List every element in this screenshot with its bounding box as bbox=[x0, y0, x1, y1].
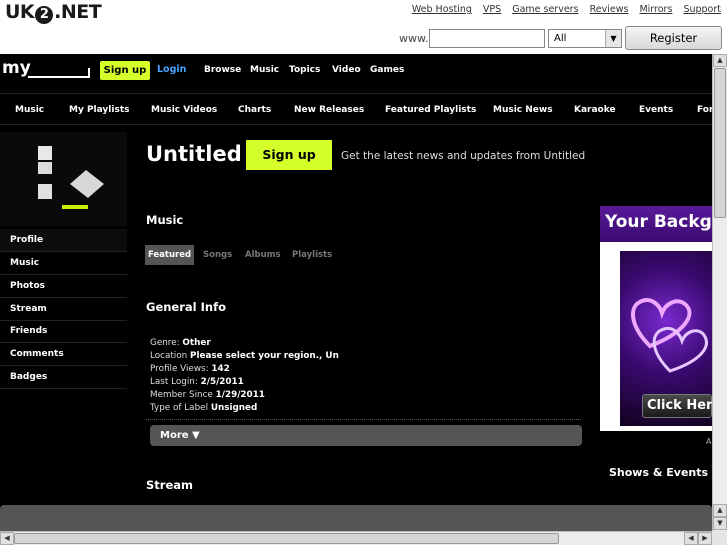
info-label-type-value: Unsigned bbox=[210, 403, 258, 413]
info-genre: Genre: Other bbox=[150, 338, 211, 348]
myspace-page: my Sign up Login Browse Music Topics Vid… bbox=[0, 54, 712, 531]
vertical-scrollbar[interactable]: ▲ ▲ ▼ bbox=[712, 54, 727, 531]
tab-albums[interactable]: Albums bbox=[245, 245, 281, 265]
link-support[interactable]: Support bbox=[683, 4, 721, 15]
tab-songs[interactable]: Songs bbox=[203, 245, 232, 265]
uk2-top-links: Web Hosting VPS Game servers Reviews Mir… bbox=[404, 4, 721, 15]
scroll-up-icon[interactable]: ▲ bbox=[713, 54, 727, 67]
sidebar-item-stream[interactable]: Stream bbox=[0, 298, 127, 321]
more-button[interactable]: More ▼ bbox=[150, 425, 582, 446]
catnav-new-releases[interactable]: New Releases bbox=[294, 105, 364, 115]
tld-select[interactable]: All ▼ bbox=[548, 29, 622, 48]
info-label-type: Type of Label Unsigned bbox=[150, 403, 257, 413]
info-views-label: Profile Views: bbox=[150, 364, 209, 374]
info-member-since: Member Since 1/29/2011 bbox=[150, 390, 265, 400]
uk2-topbar: UK 2 .NET Web Hosting VPS Game servers Rev… bbox=[0, 0, 727, 67]
sidebar-item-friends[interactable]: Friends bbox=[0, 320, 127, 343]
info-last-login-label: Last Login: bbox=[150, 377, 198, 387]
nav-browse[interactable]: Browse bbox=[204, 65, 241, 75]
catnav-charts[interactable]: Charts bbox=[238, 105, 271, 115]
stream-heading: Stream bbox=[146, 478, 193, 492]
signup-button-main[interactable]: Sign up bbox=[246, 140, 332, 170]
category-nav: Music My Playlists Music Videos Charts N… bbox=[0, 95, 712, 125]
sidebar-item-comments[interactable]: Comments bbox=[0, 343, 127, 366]
stream-panel bbox=[0, 505, 712, 531]
scroll-left-icon[interactable]: ◀ bbox=[0, 532, 14, 545]
myspace-logo-underline bbox=[28, 76, 90, 78]
tab-playlists[interactable]: Playlists bbox=[292, 245, 332, 265]
tld-selected-value: All bbox=[554, 33, 567, 44]
sidebar-item-profile[interactable]: Profile bbox=[0, 229, 127, 252]
vertical-scroll-thumb[interactable] bbox=[714, 68, 726, 218]
advertisement[interactable]: Your Backg Click Here bbox=[600, 206, 712, 431]
scroll-right-icon[interactable]: ▶ bbox=[698, 532, 712, 545]
info-label-type-label: Type of Label bbox=[150, 403, 209, 413]
login-link[interactable]: Login bbox=[157, 64, 186, 75]
catnav-for[interactable]: For bbox=[697, 105, 712, 115]
www-label: www. bbox=[399, 32, 429, 45]
register-domain-button[interactable]: Register Domain bbox=[625, 26, 722, 67]
info-last-login: Last Login: 2/5/2011 bbox=[150, 377, 244, 387]
ad-headline: Your Backg bbox=[600, 206, 712, 242]
catnav-events[interactable]: Events bbox=[639, 105, 673, 115]
scroll-left-icon-right[interactable]: ◀ bbox=[684, 532, 698, 545]
ad-click-here-button[interactable]: Click Here bbox=[642, 394, 712, 418]
horizontal-scrollbar[interactable]: ◀ ◀ ▶ bbox=[0, 531, 712, 545]
shows-events-heading: Shows & Events bbox=[609, 466, 709, 479]
info-genre-label: Genre: bbox=[150, 338, 180, 348]
catnav-music-news[interactable]: Music News bbox=[493, 105, 553, 115]
catnav-music-videos[interactable]: Music Videos bbox=[151, 105, 217, 115]
info-location: Location Please select your region., Un bbox=[150, 351, 339, 361]
info-profile-views: Profile Views: 142 bbox=[150, 364, 230, 374]
general-info-heading: General Info bbox=[146, 300, 226, 314]
sidebar-item-badges[interactable]: Badges bbox=[0, 366, 127, 389]
info-last-login-value: 2/5/2011 bbox=[200, 377, 244, 387]
info-member-since-value: 1/29/2011 bbox=[215, 390, 265, 400]
myspace-logo-tick bbox=[88, 68, 90, 78]
info-views-value: 142 bbox=[211, 364, 230, 374]
signup-tagline: Get the latest news and updates from Unt… bbox=[341, 150, 586, 162]
sidebar-item-photos[interactable]: Photos bbox=[0, 275, 127, 298]
ad-caption: A bbox=[706, 437, 712, 446]
link-mirrors[interactable]: Mirrors bbox=[639, 4, 672, 15]
info-location-label: Location bbox=[150, 351, 188, 361]
chevron-down-icon: ▼ bbox=[605, 30, 621, 47]
uk2-logo[interactable]: UK 2 .NET bbox=[5, 1, 102, 24]
link-vps[interactable]: VPS bbox=[483, 4, 501, 15]
link-game-servers[interactable]: Game servers bbox=[512, 4, 578, 15]
catnav-my-playlists[interactable]: My Playlists bbox=[69, 105, 130, 115]
info-genre-value: Other bbox=[182, 338, 211, 348]
catnav-karaoke[interactable]: Karaoke bbox=[574, 105, 616, 115]
catnav-music[interactable]: Music bbox=[15, 105, 44, 115]
info-member-since-label: Member Since bbox=[150, 390, 213, 400]
nav-video[interactable]: Video bbox=[332, 65, 361, 75]
scroll-up-icon-lower[interactable]: ▲ bbox=[713, 504, 727, 517]
info-location-value: Please select your region., Un bbox=[190, 351, 339, 361]
horizontal-scroll-thumb[interactable] bbox=[14, 533, 559, 544]
site-header: my Sign up Login Browse Music Topics Vid… bbox=[0, 54, 712, 94]
domain-input[interactable] bbox=[429, 29, 545, 48]
nav-games[interactable]: Games bbox=[370, 65, 404, 75]
divider bbox=[146, 419, 581, 420]
signup-button-header[interactable]: Sign up bbox=[100, 61, 150, 80]
nav-music[interactable]: Music bbox=[250, 65, 279, 75]
page-title: Untitled bbox=[146, 142, 242, 166]
scrollbar-corner bbox=[712, 531, 727, 545]
nav-topics[interactable]: Topics bbox=[289, 65, 320, 75]
tab-featured[interactable]: Featured bbox=[145, 245, 194, 265]
catnav-featured-playlists[interactable]: Featured Playlists bbox=[385, 105, 476, 115]
link-web-hosting[interactable]: Web Hosting bbox=[412, 4, 472, 15]
link-reviews[interactable]: Reviews bbox=[590, 4, 629, 15]
scroll-down-icon[interactable]: ▼ bbox=[713, 517, 727, 530]
myspace-logo[interactable]: my bbox=[2, 58, 31, 78]
profile-picture[interactable] bbox=[0, 132, 127, 226]
music-heading: Music bbox=[146, 213, 184, 227]
profile-picture-graphic bbox=[0, 132, 127, 226]
sidebar-item-music[interactable]: Music bbox=[0, 252, 127, 275]
